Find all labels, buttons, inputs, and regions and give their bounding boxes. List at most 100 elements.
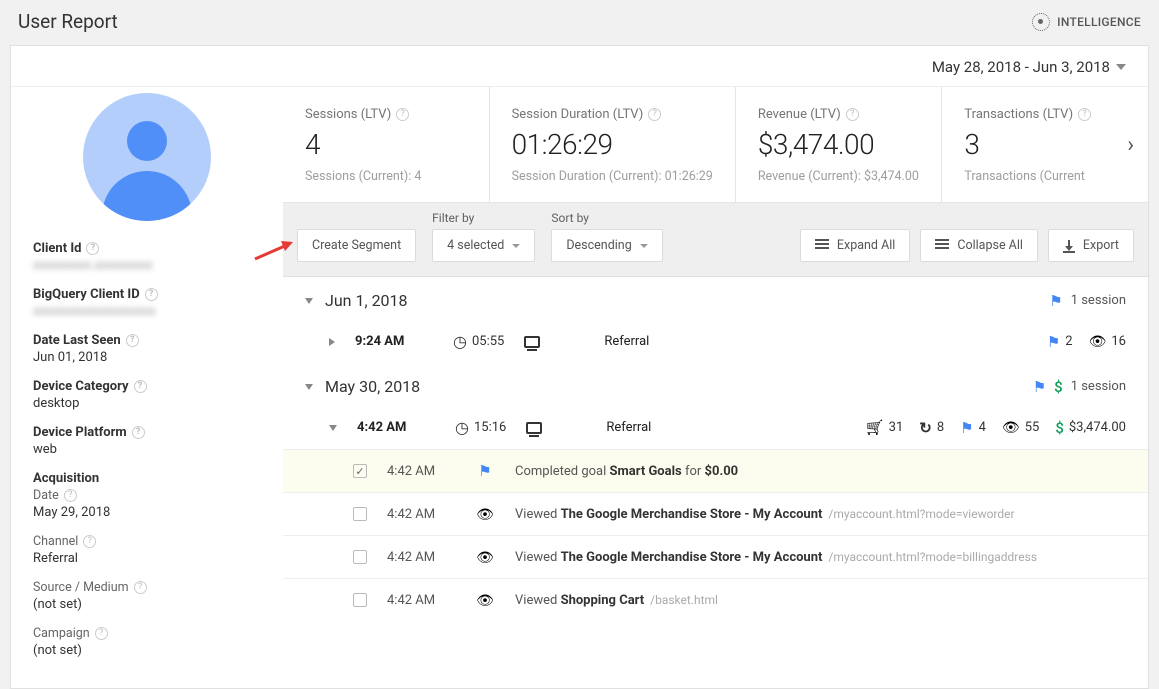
- kpi-duration-title: Session Duration (LTV): [512, 107, 644, 122]
- expand-all-label: Expand All: [837, 238, 895, 253]
- kpi-transactions-value: 3: [964, 128, 1126, 161]
- help-icon[interactable]: [1078, 108, 1091, 121]
- day-header[interactable]: Jun 1, 2018 1 session: [283, 277, 1148, 320]
- clock-icon: [453, 332, 467, 351]
- event-checkbox[interactable]: [353, 507, 367, 521]
- event-type-icon: [475, 462, 495, 480]
- avatar: [83, 93, 211, 221]
- event-row[interactable]: 4:42 AM Viewed Shopping Cart/basket.html: [283, 578, 1148, 621]
- day-summary: $ 1 session: [1033, 378, 1126, 396]
- event-row[interactable]: 4:42 AM Completed goal Smart Goals for $…: [283, 449, 1148, 492]
- expand-all-button[interactable]: Expand All: [800, 229, 910, 262]
- event-row[interactable]: 4:42 AM Viewed The Google Merchandise St…: [283, 535, 1148, 578]
- desktop-icon: [526, 422, 542, 434]
- event-text: Viewed Shopping Cart/basket.html: [515, 593, 718, 608]
- intelligence-button[interactable]: INTELLIGENCE: [1032, 13, 1141, 31]
- session-list: Jun 1, 2018 1 session 9:24 AM 05:55 Refe…: [283, 277, 1148, 621]
- help-icon[interactable]: [846, 108, 859, 121]
- event-time: 4:42 AM: [387, 464, 455, 479]
- day-date: May 30, 2018: [325, 377, 420, 396]
- session-row[interactable]: 4:42 AM 15:16 Referral 31 8 4 55$ $3,474…: [283, 406, 1148, 449]
- event-checkbox[interactable]: [353, 593, 367, 607]
- event-checkbox[interactable]: [353, 464, 367, 478]
- session-channel: Referral: [604, 334, 744, 349]
- export-button[interactable]: Export: [1048, 229, 1134, 262]
- day-session-count: 1 session: [1071, 379, 1126, 394]
- filter-by-select[interactable]: 4 selected: [432, 229, 535, 262]
- help-icon[interactable]: [95, 627, 108, 640]
- filter-by-value: 4 selected: [447, 238, 504, 253]
- sort-by-select[interactable]: Descending: [551, 229, 662, 262]
- intelligence-icon: [1032, 13, 1050, 31]
- client-id-label: Client Id: [33, 241, 81, 256]
- help-icon[interactable]: [132, 426, 145, 439]
- bq-client-id-value: xxxxxxxxxxxxxxxxxxx: [33, 304, 261, 319]
- event-type-icon: [475, 591, 495, 609]
- day-header[interactable]: May 30, 2018 $ 1 session: [283, 363, 1148, 406]
- stat-flag: 4: [960, 419, 986, 437]
- session-device: [524, 336, 584, 348]
- client-id-value: xxxxxxxxx.xxxxxxxxx: [33, 258, 261, 273]
- kpi-revenue-value: $3,474.00: [758, 128, 920, 161]
- user-sidebar: Client Id xxxxxxxxx.xxxxxxxxx BigQuery C…: [11, 87, 283, 688]
- expand-icon: [815, 238, 829, 253]
- expand-icon: [329, 338, 335, 346]
- date-range-picker[interactable]: May 28, 2018 - Jun 3, 2018: [932, 58, 1126, 76]
- help-icon[interactable]: [145, 288, 158, 301]
- event-path: /myaccount.html?mode=vieworder: [828, 507, 1014, 521]
- event-checkbox[interactable]: [353, 550, 367, 564]
- kpi-sessions-sub: Sessions (Current): 4: [305, 169, 467, 184]
- help-icon[interactable]: [83, 535, 96, 548]
- page-title: User Report: [18, 10, 118, 33]
- kpi-sessions-title: Sessions (LTV): [305, 107, 391, 122]
- clock-icon: [455, 418, 469, 437]
- chevron-right-icon[interactable]: ›: [1127, 132, 1134, 157]
- content: May 28, 2018 - Jun 3, 2018 Client Id xxx…: [10, 45, 1149, 689]
- event-text: Viewed The Google Merchandise Store - My…: [515, 507, 1015, 522]
- kpi-revenue[interactable]: Revenue (LTV) $3,474.00 Revenue (Current…: [736, 87, 943, 202]
- device-platform-label: Device Platform: [33, 425, 127, 440]
- acq-campaign-label: Campaign: [33, 626, 90, 641]
- kpi-row: Sessions (LTV) 4 Sessions (Current): 4 S…: [283, 87, 1148, 203]
- event-time: 4:42 AM: [387, 550, 455, 565]
- create-segment-label: Create Segment: [312, 238, 401, 253]
- stat-cart: 31: [866, 420, 903, 436]
- day-summary: 1 session: [1049, 292, 1126, 310]
- avatar-wrap: [33, 87, 261, 241]
- help-icon[interactable]: [134, 380, 147, 393]
- collapse-all-button[interactable]: Collapse All: [920, 229, 1038, 262]
- stat-views: 16: [1089, 334, 1126, 350]
- kpi-sessions[interactable]: Sessions (LTV) 4 Sessions (Current): 4: [283, 87, 490, 202]
- session-channel: Referral: [606, 420, 746, 435]
- help-icon[interactable]: [64, 489, 77, 502]
- help-icon[interactable]: [396, 108, 409, 121]
- page-header: User Report INTELLIGENCE: [0, 0, 1159, 45]
- kpi-duration-value: 01:26:29: [512, 128, 713, 161]
- kpi-duration[interactable]: Session Duration (LTV) 01:26:29 Session …: [490, 87, 736, 202]
- help-icon[interactable]: [126, 334, 139, 347]
- expand-icon: [329, 425, 337, 431]
- event-row[interactable]: 4:42 AM Viewed The Google Merchandise St…: [283, 492, 1148, 535]
- caret-down-icon: [640, 244, 648, 248]
- device-platform-value: web: [33, 442, 261, 457]
- collapse-icon: [305, 384, 313, 390]
- bq-client-id-label: BigQuery Client ID: [33, 287, 140, 302]
- stat-revenue: $ $3,474.00: [1055, 419, 1126, 437]
- kpi-transactions-sub: Transactions (Current: [964, 169, 1126, 184]
- date-last-seen-label: Date Last Seen: [33, 333, 121, 348]
- caret-down-icon: [1116, 64, 1126, 70]
- intelligence-label: INTELLIGENCE: [1057, 15, 1141, 29]
- kpi-transactions[interactable]: Transactions (LTV) 3 Transactions (Curre…: [942, 87, 1148, 202]
- event-time: 4:42 AM: [387, 593, 455, 608]
- help-icon[interactable]: [134, 581, 147, 594]
- help-icon[interactable]: [86, 242, 99, 255]
- acq-source-value: (not set): [33, 597, 261, 612]
- date-range-text: May 28, 2018 - Jun 3, 2018: [932, 58, 1110, 76]
- create-segment-button[interactable]: Create Segment: [297, 229, 416, 262]
- session-device: [526, 422, 586, 434]
- download-icon: [1063, 240, 1075, 252]
- session-row[interactable]: 9:24 AM 05:55 Referral 2 16: [283, 320, 1148, 363]
- export-label: Export: [1083, 238, 1119, 253]
- help-icon[interactable]: [648, 108, 661, 121]
- kpi-revenue-sub: Revenue (Current): $3,474.00: [758, 169, 920, 184]
